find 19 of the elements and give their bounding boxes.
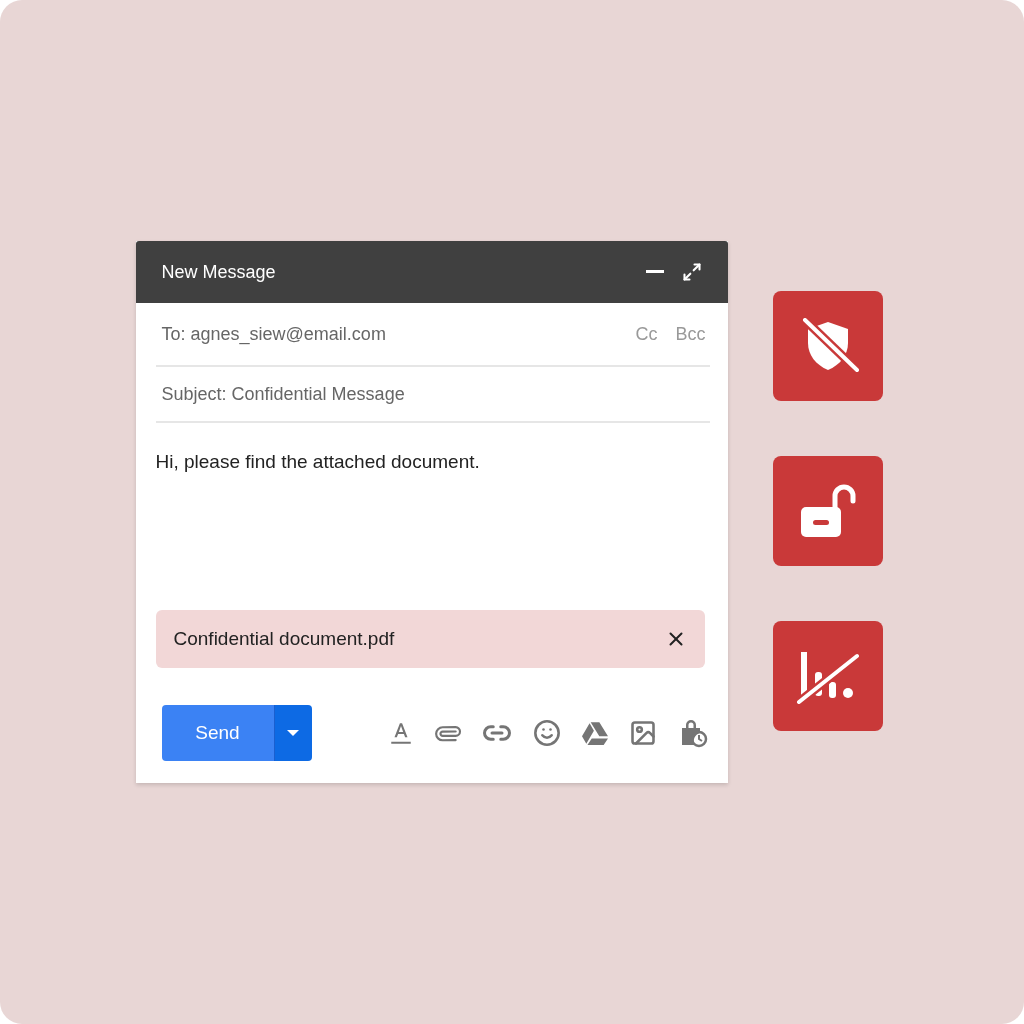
- to-field[interactable]: To: agnes_siew@email.com Cc Bcc: [155, 303, 710, 367]
- triangle-icon[interactable]: [581, 721, 608, 745]
- message-body: Hi, please find the attached document.: [155, 451, 481, 473]
- field-label: To:: [161, 323, 186, 345]
- attachment-chip[interactable]: Confidential document.pdf: [155, 610, 705, 668]
- attachment-name: Confidential document.pdf: [173, 628, 395, 650]
- subject-field[interactable]: Subject: Confidential Message: [155, 367, 710, 423]
- minimize-icon[interactable]: [645, 270, 664, 274]
- recipient-link[interactable]: Cc: [635, 323, 658, 345]
- window-title: New Message: [161, 261, 277, 283]
- field-value: agnes_siew@email.com: [190, 323, 387, 345]
- send-options-button[interactable]: [273, 705, 312, 761]
- send-button[interactable]: Send: [161, 705, 274, 761]
- field-value: Confidential Message: [231, 383, 406, 405]
- caret-icon: [287, 730, 299, 736]
- image-icon[interactable]: [628, 719, 657, 747]
- expand-icon[interactable]: [681, 262, 702, 282]
- field-label: Subject:: [161, 383, 227, 405]
- emoji-icon[interactable]: [532, 719, 561, 747]
